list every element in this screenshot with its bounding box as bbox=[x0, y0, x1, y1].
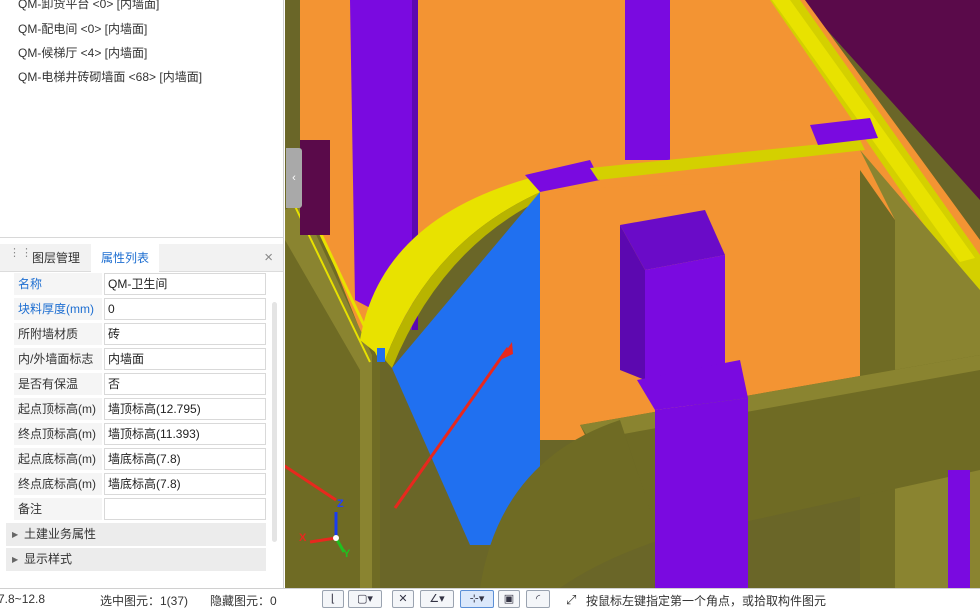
hidden-count: 隐藏图元：0 bbox=[210, 594, 277, 608]
wall-face-list: QM-卸货平台 <0> [内墙面] QM-配电间 <0> [内墙面] QM-候梯… bbox=[0, 0, 283, 238]
3d-viewport[interactable]: Z X Y bbox=[285, 0, 980, 588]
property-value-field[interactable]: 否 bbox=[104, 373, 266, 395]
property-row: 内/外墙面标志 内墙面 bbox=[14, 348, 266, 370]
property-value-field[interactable]: 内墙面 bbox=[104, 348, 266, 370]
snap-icon[interactable]: ⊹▾ bbox=[460, 590, 494, 608]
view-icon[interactable]: ▣ bbox=[498, 590, 520, 608]
property-value-field[interactable]: 0 bbox=[104, 298, 266, 320]
property-row: 块料厚度(mm) 0 bbox=[14, 298, 266, 320]
cross-icon[interactable]: ✕ bbox=[392, 590, 414, 608]
property-label: 块料厚度(mm) bbox=[14, 298, 102, 320]
axis-label-y: Y bbox=[343, 548, 351, 560]
property-row: 所附墙材质 砖 bbox=[14, 323, 266, 345]
property-label: 起点顶标高(m) bbox=[14, 398, 102, 420]
axis-label-x: X bbox=[299, 532, 307, 544]
property-label: 是否有保温 bbox=[14, 373, 102, 395]
property-row: 名称 QM-卫生间 bbox=[14, 273, 266, 295]
group-label: 显示样式 bbox=[24, 552, 73, 566]
elevation-range: 7.8~12.8 bbox=[0, 592, 46, 606]
box-select-icon[interactable]: ▢▾ bbox=[348, 590, 382, 608]
axis-label-z: Z bbox=[337, 498, 344, 510]
tab-property-list[interactable]: 属性列表 bbox=[91, 244, 160, 272]
property-label: 内/外墙面标志 bbox=[14, 348, 102, 370]
list-item[interactable]: QM-配电间 <0> [内墙面] bbox=[18, 20, 147, 37]
left-panel: QM-卸货平台 <0> [内墙面] QM-配电间 <0> [内墙面] QM-候梯… bbox=[0, 0, 284, 588]
expand-arrow-icon: ▶ bbox=[12, 530, 19, 539]
property-value-field[interactable]: 砖 bbox=[104, 323, 266, 345]
status-bar: 7.8~12.8 选中图元：1(37) 隐藏图元：0 ⌊ ▢▾ ✕ ∠▾ ⊹▾ … bbox=[0, 588, 980, 608]
command-hint: 按鼠标左键指定第一个角点，或拾取构件图元 bbox=[586, 594, 827, 608]
3d-model-view[interactable] bbox=[285, 0, 980, 588]
property-value-field[interactable]: 墙顶标高(12.795) bbox=[104, 398, 266, 420]
selected-count: 选中图元：1(37) bbox=[100, 594, 189, 608]
group-label: 土建业务属性 bbox=[24, 527, 97, 541]
property-label: 终点顶标高(m) bbox=[14, 423, 102, 445]
arc-icon[interactable]: ◜ bbox=[526, 590, 550, 608]
list-item[interactable]: QM-候梯厅 <4> [内墙面] bbox=[18, 44, 147, 61]
property-label: 名称 bbox=[14, 273, 102, 295]
property-row: 起点顶标高(m) 墙顶标高(12.795) bbox=[14, 398, 266, 420]
property-value-field[interactable]: QM-卫生间 bbox=[104, 273, 266, 295]
line-tool-icon[interactable]: ∠▾ bbox=[420, 590, 454, 608]
property-grid: 名称 QM-卫生间 块料厚度(mm) 0 所附墙材质 砖 内/外墙面标志 内墙面… bbox=[0, 272, 283, 588]
property-row: 是否有保温 否 bbox=[14, 373, 266, 395]
resize-arrow-icon: ⤢ bbox=[566, 592, 577, 607]
grip-icon[interactable]: ⋮⋮ bbox=[9, 248, 32, 265]
property-value-field[interactable]: 墙底标高(7.8) bbox=[104, 448, 266, 470]
property-row: 终点顶标高(m) 墙顶标高(11.393) bbox=[14, 423, 266, 445]
property-row: 终点底标高(m) 墙底标高(7.8) bbox=[14, 473, 266, 495]
property-value-field[interactable] bbox=[104, 498, 266, 520]
close-icon[interactable]: × bbox=[264, 249, 273, 266]
list-item[interactable]: QM-卸货平台 <0> [内墙面] bbox=[18, 0, 159, 12]
property-row: 备注 bbox=[14, 498, 266, 520]
property-value-field[interactable]: 墙顶标高(11.393) bbox=[104, 423, 266, 445]
property-label: 所附墙材质 bbox=[14, 323, 102, 345]
expand-arrow-icon: ▶ bbox=[12, 555, 19, 564]
property-label: 起点底标高(m) bbox=[14, 448, 102, 470]
select-tool-icon[interactable]: ⌊ bbox=[322, 590, 344, 608]
tab-layer-management[interactable]: 图层管理 bbox=[22, 244, 90, 272]
panel-tabbar: ⋮⋮ 图层管理 属性列表 × bbox=[0, 244, 283, 272]
property-label: 备注 bbox=[14, 498, 102, 520]
list-item[interactable]: QM-电梯井砖砌墙面 <68> [内墙面] bbox=[18, 68, 202, 85]
collapse-arrow-icon[interactable]: ‹ bbox=[286, 148, 302, 208]
property-value-field[interactable]: 墙底标高(7.8) bbox=[104, 473, 266, 495]
property-label: 终点底标高(m) bbox=[14, 473, 102, 495]
group-display-style[interactable]: ▶ 显示样式 bbox=[6, 548, 266, 571]
scrollbar[interactable] bbox=[272, 302, 277, 542]
group-civil-properties[interactable]: ▶ 土建业务属性 bbox=[6, 523, 266, 546]
property-row: 起点底标高(m) 墙底标高(7.8) bbox=[14, 448, 266, 470]
